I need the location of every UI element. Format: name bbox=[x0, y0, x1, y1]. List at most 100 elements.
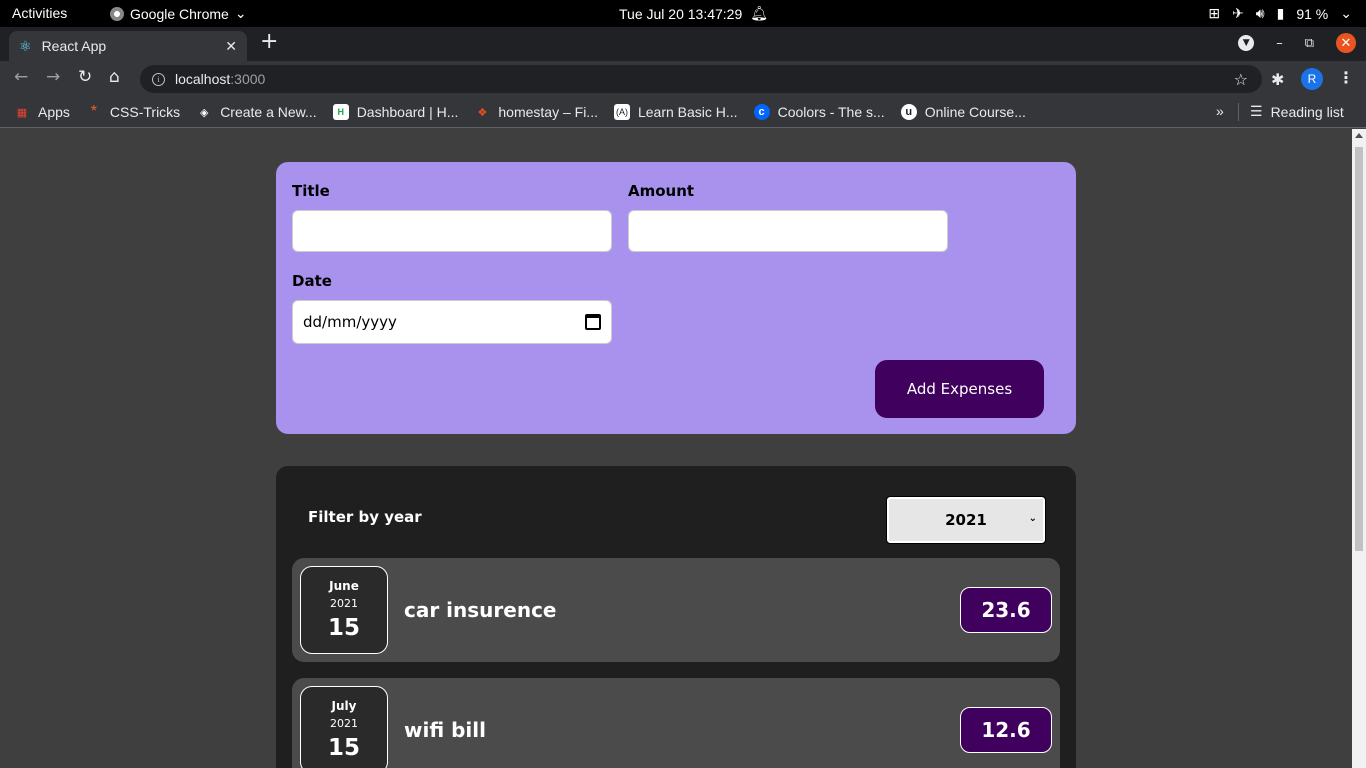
scroll-up-icon[interactable] bbox=[1355, 133, 1363, 138]
info-icon[interactable]: i bbox=[152, 72, 165, 86]
reading-list-icon: ☰ bbox=[1250, 103, 1263, 119]
css-tricks-icon: * bbox=[90, 103, 98, 120]
bookmark-figma[interactable]: ❖ homestay – Fi... bbox=[474, 104, 598, 120]
network-icon: ⊞ bbox=[1208, 5, 1221, 21]
more-bookmarks-icon[interactable]: » bbox=[1216, 103, 1224, 119]
clock[interactable]: Tue Jul 20 13:47:29 🔔︎ bbox=[619, 5, 768, 22]
learn-icon: (A) bbox=[613, 104, 630, 120]
reading-list-button[interactable]: ☰ Reading list bbox=[1250, 103, 1344, 120]
reload-icon[interactable]: ↻ bbox=[78, 69, 92, 86]
divider bbox=[1238, 103, 1239, 121]
bookmark-codepen[interactable]: ◈ Create a New... bbox=[196, 104, 317, 120]
battery-percent: 91 % bbox=[1296, 5, 1329, 22]
expense-year: 2021 bbox=[330, 717, 358, 730]
page-scrollbar[interactable] bbox=[1352, 129, 1366, 768]
bell-icon: 🔔︎ bbox=[750, 5, 769, 21]
date-label: Date bbox=[292, 272, 332, 290]
expense-date: July 2021 15 bbox=[300, 686, 388, 768]
browser-toolbar: ← → ↻ ⌂ i localhost:3000 ☆ ✱ R ⋮ bbox=[0, 61, 1366, 97]
bookmark-udemy[interactable]: u Online Course... bbox=[900, 104, 1026, 120]
chevron-down-icon: ⌄ bbox=[1028, 513, 1037, 524]
codepen-icon: ◈ bbox=[199, 106, 209, 119]
expense-item: June 2021 15 car insurence 23.6 bbox=[292, 558, 1060, 662]
reading-list-label: Reading list bbox=[1270, 103, 1344, 120]
bookmark-coolors[interactable]: c Coolors - The s... bbox=[753, 104, 885, 120]
date-input[interactable]: dd/mm/yyyy bbox=[292, 300, 612, 344]
url-host: localhost bbox=[175, 71, 231, 87]
volume-icon: 🔊︎ bbox=[1255, 5, 1265, 21]
react-icon: ⚛ bbox=[19, 37, 32, 54]
new-expense-form: Title Amount Date dd/mm/yyyy Add Expense… bbox=[276, 162, 1076, 434]
chevron-down-icon: ⌄ bbox=[234, 5, 247, 21]
expense-amount: 12.6 bbox=[960, 707, 1052, 753]
app-menu[interactable]: Google Chrome ⌄ bbox=[110, 5, 247, 22]
airplane-icon: ✈ bbox=[1232, 5, 1244, 21]
expense-title: car insurence bbox=[404, 598, 557, 622]
bookmark-label: Coolors - The s... bbox=[777, 104, 885, 120]
close-tab-icon[interactable]: ✕ bbox=[225, 38, 237, 55]
forward-icon[interactable]: → bbox=[46, 69, 60, 86]
add-expenses-button[interactable]: Add Expenses bbox=[875, 360, 1044, 418]
expense-amount: 23.6 bbox=[960, 587, 1052, 633]
bookmark-learn[interactable]: (A) Learn Basic H... bbox=[613, 104, 738, 120]
bookmark-label: Learn Basic H... bbox=[637, 104, 738, 120]
expense-month: July bbox=[331, 699, 357, 713]
year-select-value: 2021 bbox=[945, 511, 987, 529]
tab-search-icon[interactable]: ▼ bbox=[1238, 35, 1255, 51]
title-input[interactable] bbox=[292, 210, 612, 252]
system-tray[interactable]: ⊞ ✈ 🔊︎ ▮ 91 % ⌄ bbox=[1208, 5, 1352, 22]
close-window-icon[interactable]: ✕ bbox=[1336, 33, 1356, 53]
coolors-icon: c bbox=[753, 104, 770, 120]
title-label: Title bbox=[292, 182, 330, 200]
window-controls: ▼ – ⧉ ✕ bbox=[1238, 33, 1356, 53]
bookmark-label: Apps bbox=[38, 104, 70, 120]
figma-icon: ❖ bbox=[477, 106, 488, 119]
bookmark-star-icon[interactable]: ☆ bbox=[1234, 70, 1248, 89]
tab-react-app[interactable]: ⚛ React App ✕ bbox=[9, 31, 247, 61]
url-port: :3000 bbox=[230, 71, 266, 87]
minimize-icon[interactable]: – bbox=[1276, 36, 1283, 51]
bookmark-hackerrank[interactable]: H Dashboard | H... bbox=[332, 104, 459, 120]
system-top-bar: Activities Google Chrome ⌄ Tue Jul 20 13… bbox=[0, 0, 1366, 27]
profile-avatar[interactable]: R bbox=[1301, 68, 1323, 90]
tab-strip: ⚛ React App ✕ bbox=[0, 27, 1366, 61]
clock-text: Tue Jul 20 13:47:29 bbox=[619, 5, 743, 22]
home-icon[interactable]: ⌂ bbox=[109, 69, 120, 86]
bookmark-label: homestay – Fi... bbox=[498, 104, 598, 120]
page-viewport: Title Amount Date dd/mm/yyyy Add Expense… bbox=[0, 129, 1352, 768]
expenses-card: Filter by year 2021 ⌄ June 2021 15 car i… bbox=[276, 466, 1076, 768]
date-placeholder: dd/mm/yyyy bbox=[303, 313, 397, 331]
expense-item: July 2021 15 wifi bill 12.6 bbox=[292, 678, 1060, 768]
extensions-icon[interactable]: ✱ bbox=[1271, 70, 1284, 89]
amount-label: Amount bbox=[628, 182, 695, 200]
expense-title: wifi bill bbox=[404, 718, 487, 742]
apps-grid-icon: ▦ bbox=[16, 106, 28, 119]
hackerrank-icon: H bbox=[332, 104, 349, 120]
bookmark-css-tricks[interactable]: * CSS-Tricks bbox=[86, 103, 181, 120]
tab-title: React App bbox=[41, 38, 107, 54]
chevron-down-icon: ⌄ bbox=[1340, 5, 1352, 21]
udemy-icon: u bbox=[900, 104, 917, 120]
expense-day: 15 bbox=[327, 735, 360, 761]
bookmarks-bar: ▦ Apps * CSS-Tricks ◈ Create a New... H … bbox=[0, 97, 1366, 128]
battery-icon: ▮ bbox=[1276, 5, 1285, 21]
bookmark-label: Online Course... bbox=[924, 104, 1026, 120]
menu-kebab-icon[interactable]: ⋮ bbox=[1338, 68, 1354, 87]
expense-year: 2021 bbox=[330, 597, 358, 610]
back-icon[interactable]: ← bbox=[14, 69, 28, 86]
address-bar[interactable]: i localhost:3000 ☆ bbox=[140, 65, 1262, 93]
amount-input[interactable] bbox=[628, 210, 948, 252]
activities-button[interactable]: Activities bbox=[12, 5, 67, 21]
bookmark-apps[interactable]: ▦ Apps bbox=[14, 104, 70, 120]
maximize-icon[interactable]: ⧉ bbox=[1305, 36, 1314, 51]
scrollbar-thumb[interactable] bbox=[1355, 147, 1363, 551]
chrome-icon bbox=[110, 6, 124, 21]
year-select[interactable]: 2021 ⌄ bbox=[886, 496, 1046, 544]
filter-label: Filter by year bbox=[308, 508, 422, 526]
app-menu-label: Google Chrome bbox=[130, 5, 229, 22]
new-tab-button[interactable]: + bbox=[260, 31, 278, 53]
bookmark-label: CSS-Tricks bbox=[109, 104, 181, 120]
calendar-icon[interactable] bbox=[585, 314, 601, 330]
bookmark-label: Dashboard | H... bbox=[356, 104, 459, 120]
expense-day: 15 bbox=[327, 615, 360, 641]
